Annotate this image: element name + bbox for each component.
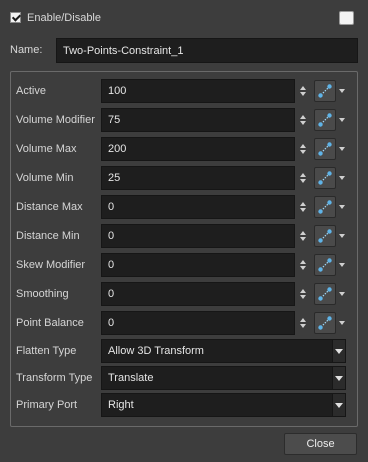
volume-max-function-curve-icon[interactable] xyxy=(314,138,336,160)
smoothing-menu-chevron-down-icon[interactable] xyxy=(339,292,345,296)
volume-min-label: Volume Min xyxy=(16,172,74,184)
volume-min-spin-arrows-icon[interactable] xyxy=(298,166,308,190)
distance-max-function-curve-icon[interactable] xyxy=(314,196,336,218)
skew-modifier-label: Skew Modifier xyxy=(16,259,86,271)
active-menu-chevron-down-icon[interactable] xyxy=(339,89,345,93)
function-curve-icon xyxy=(318,316,332,330)
volume-modifier-menu-chevron-down-icon[interactable] xyxy=(339,118,345,122)
function-curve-icon xyxy=(318,287,332,301)
distance-min-label: Distance Min xyxy=(16,230,80,242)
chevron-down-icon xyxy=(335,402,343,408)
volume-modifier-function-curve-icon[interactable] xyxy=(314,109,336,131)
point-balance-label: Point Balance xyxy=(16,317,84,329)
chevron-down-icon xyxy=(335,375,343,381)
volume-min-function-curve-icon[interactable] xyxy=(314,167,336,189)
distance-max-spin-arrows-icon[interactable] xyxy=(298,195,308,219)
volume-max-spin-arrows-icon[interactable] xyxy=(298,137,308,161)
transform-type-label: Transform Type xyxy=(16,372,93,384)
point-balance-spin-arrows-icon[interactable] xyxy=(298,311,308,335)
distance-min-input[interactable]: 0 xyxy=(101,224,295,248)
skew-modifier-spin-arrows-icon[interactable] xyxy=(298,253,308,277)
flatten-type-label: Flatten Type xyxy=(16,345,77,357)
function-curve-icon xyxy=(318,142,332,156)
function-curve-icon xyxy=(318,258,332,272)
smoothing-spin-arrows-icon[interactable] xyxy=(298,282,308,306)
transform-type-dropdown-button[interactable] xyxy=(332,366,346,390)
function-curve-icon xyxy=(318,84,332,98)
distance-min-function-curve-icon[interactable] xyxy=(314,225,336,247)
color-swatch[interactable] xyxy=(339,11,354,25)
volume-max-input[interactable]: 200 xyxy=(101,137,295,161)
skew-modifier-input[interactable]: 0 xyxy=(101,253,295,277)
volume-modifier-label: Volume Modifier xyxy=(16,114,95,126)
enable-checkbox[interactable] xyxy=(10,12,21,23)
distance-min-menu-chevron-down-icon[interactable] xyxy=(339,234,345,238)
primary-port-label: Primary Port xyxy=(16,399,78,411)
enable-label: Enable/Disable xyxy=(27,12,101,24)
function-curve-icon xyxy=(318,229,332,243)
function-curve-icon xyxy=(318,171,332,185)
active-spin-arrows-icon[interactable] xyxy=(298,79,308,103)
smoothing-label: Smoothing xyxy=(16,288,69,300)
volume-max-label: Volume Max xyxy=(16,143,77,155)
point-balance-function-curve-icon[interactable] xyxy=(314,312,336,334)
active-input[interactable]: 100 xyxy=(101,79,295,103)
function-curve-icon xyxy=(318,113,332,127)
primary-port-select[interactable]: Right xyxy=(101,393,333,417)
flatten-type-dropdown-button[interactable] xyxy=(332,339,346,363)
distance-max-label: Distance Max xyxy=(16,201,83,213)
volume-modifier-input[interactable]: 75 xyxy=(101,108,295,132)
name-input[interactable]: Two-Points-Constraint_1 xyxy=(56,38,358,63)
volume-min-menu-chevron-down-icon[interactable] xyxy=(339,176,345,180)
distance-max-input[interactable]: 0 xyxy=(101,195,295,219)
volume-max-menu-chevron-down-icon[interactable] xyxy=(339,147,345,151)
smoothing-input[interactable]: 0 xyxy=(101,282,295,306)
primary-port-dropdown-button[interactable] xyxy=(332,393,346,417)
skew-modifier-menu-chevron-down-icon[interactable] xyxy=(339,263,345,267)
transform-type-select[interactable]: Translate xyxy=(101,366,333,390)
distance-min-spin-arrows-icon[interactable] xyxy=(298,224,308,248)
smoothing-function-curve-icon[interactable] xyxy=(314,283,336,305)
distance-max-menu-chevron-down-icon[interactable] xyxy=(339,205,345,209)
name-label: Name: xyxy=(10,44,43,56)
chevron-down-icon xyxy=(335,348,343,354)
active-function-curve-icon[interactable] xyxy=(314,80,336,102)
skew-modifier-function-curve-icon[interactable] xyxy=(314,254,336,276)
volume-min-input[interactable]: 25 xyxy=(101,166,295,190)
point-balance-input[interactable]: 0 xyxy=(101,311,295,335)
flatten-type-select[interactable]: Allow 3D Transform xyxy=(101,339,333,363)
volume-modifier-spin-arrows-icon[interactable] xyxy=(298,108,308,132)
function-curve-icon xyxy=(318,200,332,214)
point-balance-menu-chevron-down-icon[interactable] xyxy=(339,321,345,325)
close-button[interactable]: Close xyxy=(284,433,357,455)
active-label: Active xyxy=(16,85,46,97)
